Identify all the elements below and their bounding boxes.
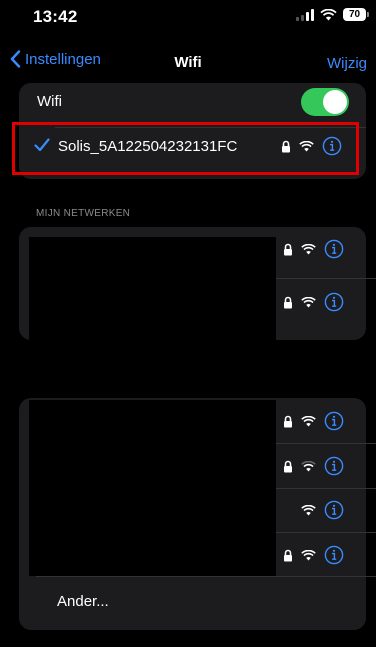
network-row-icons <box>283 411 344 431</box>
wifi-signal-icon <box>301 415 316 426</box>
wifi-signal-icon <box>301 243 316 254</box>
battery-icon: 70 <box>343 8 369 21</box>
lock-icon <box>284 243 292 255</box>
divider <box>36 576 376 577</box>
info-icon[interactable] <box>324 411 344 431</box>
redacted-area <box>29 400 276 576</box>
wifi-toggle[interactable] <box>301 88 349 116</box>
network-row-icons <box>283 456 344 476</box>
wifi-signal-icon <box>301 504 316 515</box>
status-icons: 70 <box>296 8 369 21</box>
other-network-button[interactable]: Ander... <box>57 593 109 610</box>
network-row-icons <box>283 545 344 565</box>
redacted-area <box>29 237 276 367</box>
network-row-icons <box>283 239 344 259</box>
highlight-box <box>12 122 359 175</box>
toggle-knob <box>323 90 347 114</box>
section-header-my-networks: MIJN NETWERKEN <box>36 208 131 219</box>
info-icon[interactable] <box>324 239 344 259</box>
status-bar: 13:42 70 <box>0 0 376 40</box>
divider <box>276 443 376 444</box>
info-icon[interactable] <box>324 500 344 520</box>
edit-button[interactable]: Wijzig <box>327 55 367 72</box>
divider <box>276 278 376 279</box>
network-row-icons <box>301 500 344 520</box>
info-icon[interactable] <box>324 456 344 476</box>
lock-icon <box>284 460 292 472</box>
wifi-signal-icon <box>301 549 316 560</box>
lock-icon <box>284 549 292 561</box>
wifi-toggle-label: Wifi <box>37 93 62 110</box>
navigation-bar: Instellingen Wifi Wijzig <box>0 46 376 78</box>
divider <box>276 532 376 533</box>
page-title: Wifi <box>174 54 202 71</box>
wifi-signal-icon <box>301 296 316 307</box>
wifi-signal-weak-icon <box>301 460 316 471</box>
network-row-icons <box>283 292 344 312</box>
info-icon[interactable] <box>324 292 344 312</box>
info-icon[interactable] <box>324 545 344 565</box>
wifi-status-icon <box>320 8 337 20</box>
divider <box>276 488 376 489</box>
cellular-signal-icon <box>296 8 314 21</box>
lock-icon <box>284 415 292 427</box>
lock-icon <box>284 296 292 308</box>
clock: 13:42 <box>33 7 78 26</box>
